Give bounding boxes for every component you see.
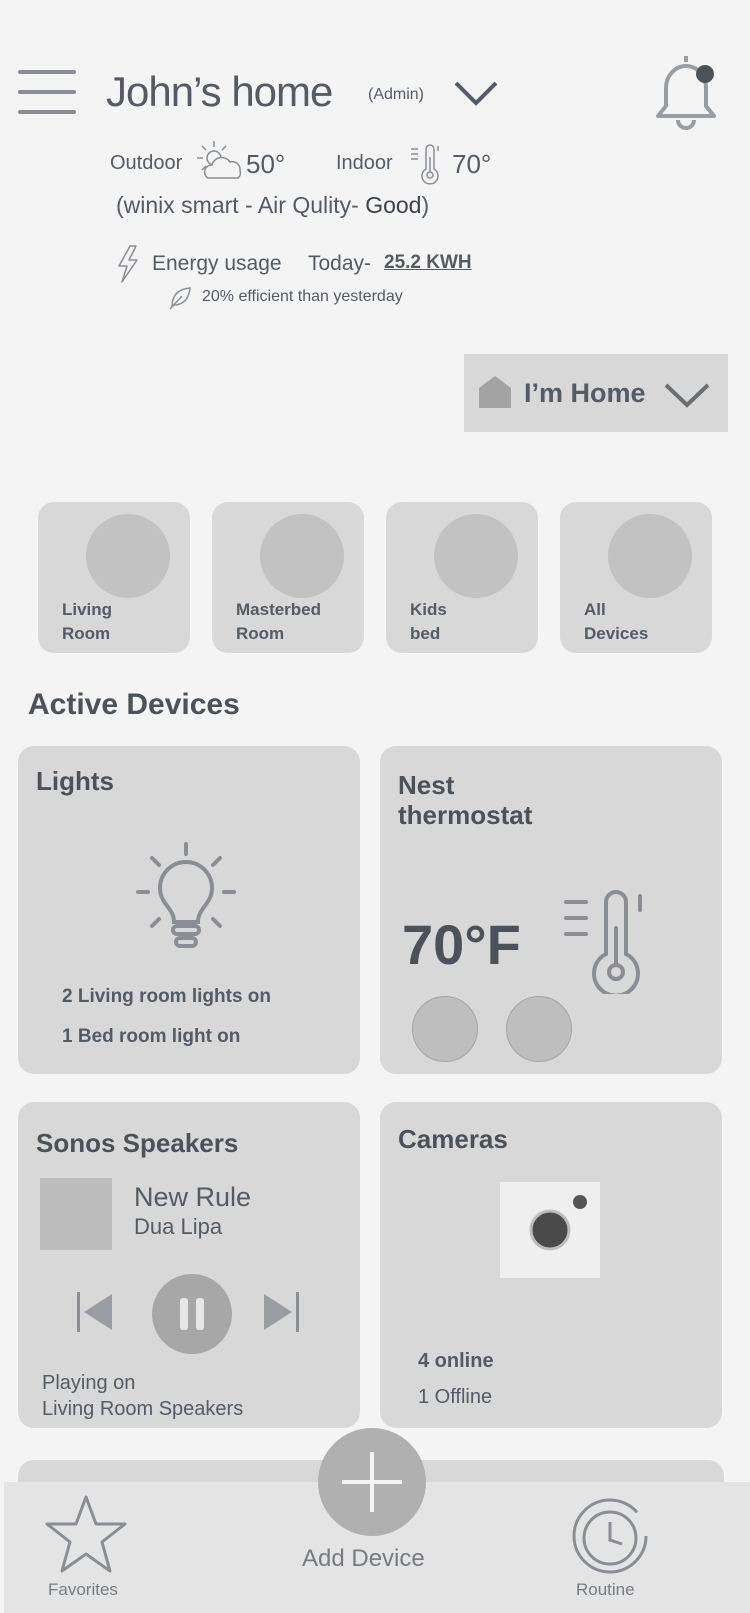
home-switcher-chevron-icon[interactable]: [454, 80, 498, 106]
leaf-icon: [169, 287, 191, 310]
thermostat-card[interactable]: Nest thermostat 70°F: [380, 746, 722, 1074]
room-avatar: [434, 514, 518, 598]
room-label: Kids bed: [410, 600, 447, 643]
role-label: (Admin): [368, 86, 425, 103]
playing-on-text: Playing on Living Room Speakers: [42, 1372, 244, 1420]
pause-icon: [180, 1298, 204, 1330]
lights-card[interactable]: Lights 2 Living room lights on 1 Bed roo…: [18, 746, 360, 1074]
camera-preview[interactable]: [500, 1182, 600, 1278]
star-icon: [45, 1495, 127, 1573]
song-artist: Dua Lipa: [134, 1214, 223, 1239]
room-tile-kids-bed[interactable]: Kids bed: [386, 502, 538, 653]
energy-today-label: Today-: [308, 252, 372, 275]
lights-status-line: 1 Bed room light on: [62, 1026, 241, 1047]
room-avatar: [86, 514, 170, 598]
room-tile-masterbed-room[interactable]: Masterbed Room: [212, 502, 364, 653]
pause-button[interactable]: [152, 1274, 232, 1354]
energy-today-value[interactable]: 25.2 KWH: [384, 252, 472, 274]
notification-bell-icon[interactable]: [648, 50, 724, 134]
home-title: John’s home: [106, 68, 333, 115]
nav-label: Favorites: [48, 1580, 118, 1599]
thermometer-icon: [411, 144, 439, 185]
nav-label: Routine: [576, 1580, 635, 1599]
home-mode-label: I’m Home: [524, 378, 646, 408]
card-title: Nest thermostat: [398, 770, 533, 830]
home-mode-dropdown[interactable]: I’m Home: [464, 354, 728, 432]
add-device-button[interactable]: [318, 1428, 426, 1536]
section-title: Active Devices: [28, 688, 240, 721]
camera-icon: [529, 1195, 587, 1251]
chevron-down-icon: [664, 383, 710, 408]
card-title: Cameras: [398, 1124, 508, 1154]
card-title: Lights: [36, 766, 114, 796]
outdoor-label: Outdoor: [110, 152, 183, 174]
house-icon: [479, 376, 511, 408]
lightning-bolt-icon: [118, 245, 138, 283]
room-label: All Devices: [584, 600, 649, 643]
indoor-temp: 70°: [452, 149, 492, 179]
nav-favorites[interactable]: Favorites: [40, 1494, 130, 1604]
room-avatar: [608, 514, 692, 598]
menu-icon[interactable]: [18, 70, 76, 116]
album-art: [40, 1178, 112, 1250]
cameras-offline: 1 Offline: [418, 1386, 493, 1408]
sonos-card[interactable]: Sonos Speakers New Rule Dua Lipa Playing…: [18, 1102, 360, 1428]
next-track-icon[interactable]: [262, 1290, 300, 1334]
air-quality: (winix smart - Air Qulity- Good): [116, 192, 430, 218]
plus-icon: [342, 1452, 402, 1512]
thermometer-icon: [564, 890, 642, 994]
previous-track-icon[interactable]: [76, 1290, 114, 1334]
lights-status-line: 2 Living room lights on: [62, 986, 271, 1007]
room-tile-all-devices[interactable]: All Devices: [560, 502, 712, 653]
song-title: New Rule: [134, 1182, 252, 1212]
clock-routine-icon: [572, 1498, 648, 1574]
outdoor-temp: 50°: [246, 149, 286, 179]
thermostat-increase-button[interactable]: [506, 996, 572, 1062]
energy-label: Energy usage: [152, 252, 282, 275]
room-label: Living Room: [62, 600, 113, 643]
indoor-label: Indoor: [336, 152, 393, 174]
efficiency-text: 20% efficient than yesterday: [202, 288, 403, 305]
card-title: Sonos Speakers: [36, 1128, 239, 1158]
partly-cloudy-icon: [197, 141, 242, 179]
cameras-card[interactable]: Cameras 4 online 1 Offline: [380, 1102, 722, 1428]
room-label: Masterbed Room: [236, 600, 322, 643]
thermostat-temp: 70°F: [402, 913, 521, 976]
nav-routine[interactable]: Routine: [566, 1496, 656, 1606]
thermostat-decrease-button[interactable]: [412, 996, 478, 1062]
room-avatar: [260, 514, 344, 598]
cameras-online: 4 online: [418, 1350, 494, 1372]
light-bulb-icon: [136, 842, 236, 948]
add-device-label[interactable]: Add Device: [302, 1545, 425, 1573]
room-tile-living-room[interactable]: Living Room: [38, 502, 190, 653]
